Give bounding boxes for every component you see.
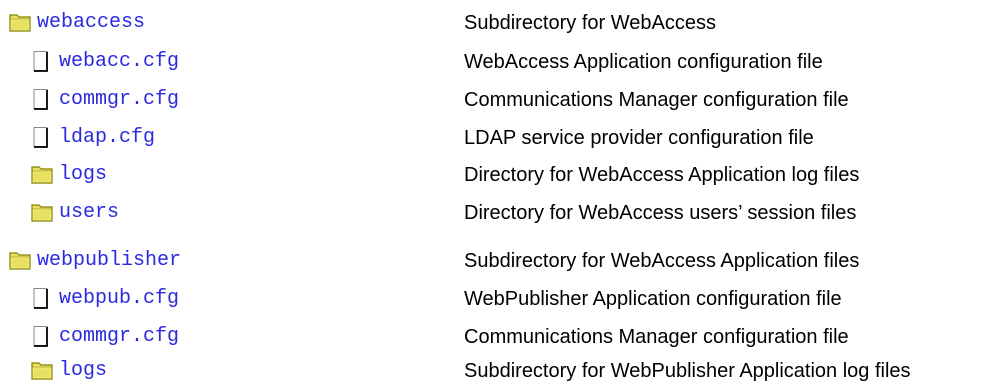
tree-item-description: Subdirectory for WebAccess Application f… [464, 250, 860, 272]
tree-item-description: Directory for WebAccess Application log … [464, 164, 860, 186]
tree-item-description: Communications Manager configuration fil… [464, 326, 849, 348]
file-icon [31, 325, 53, 347]
directory-tree: webaccess Subdirectory for WebAccess web… [0, 0, 1000, 386]
folder-icon [31, 201, 53, 223]
tree-item-link[interactable]: users [59, 200, 119, 226]
tree-row-webacc-cfg: webacc.cfg WebAccess Application configu… [0, 46, 1000, 78]
tree-item-description: Subdirectory for WebPublisher Applicatio… [464, 360, 911, 382]
tree-item-description: Directory for WebAccess users’ session f… [464, 202, 857, 224]
file-icon [31, 287, 53, 309]
tree-item-description: LDAP service provider configuration file [464, 127, 814, 149]
tree-item-link[interactable]: commgr.cfg [59, 324, 179, 350]
tree-row-users: users Directory for WebAccess users’ ses… [0, 197, 1000, 229]
folder-icon [9, 11, 31, 33]
tree-row-webaccess: webaccess Subdirectory for WebAccess [0, 7, 1000, 39]
tree-item-description: Subdirectory for WebAccess [464, 12, 716, 34]
tree-item-link[interactable]: webpub.cfg [59, 286, 179, 312]
tree-item-link[interactable]: webacc.cfg [59, 49, 179, 75]
tree-item-link[interactable]: logs [59, 358, 107, 384]
tree-item-description: WebAccess Application configuration file [464, 51, 823, 73]
file-icon [31, 50, 53, 72]
tree-row-webpub-cfg: webpub.cfg WebPublisher Application conf… [0, 283, 1000, 315]
tree-row-webpublisher: webpublisher Subdirectory for WebAccess … [0, 245, 1000, 277]
tree-item-link[interactable]: webaccess [37, 10, 145, 36]
tree-item-description: WebPublisher Application configuration f… [464, 288, 842, 310]
tree-item-link[interactable]: logs [59, 162, 107, 188]
folder-icon [31, 359, 53, 381]
tree-row-commgr-cfg: commgr.cfg Communications Manager config… [0, 84, 1000, 116]
tree-row-logs-2: logs Subdirectory for WebPublisher Appli… [0, 355, 1000, 387]
tree-row-logs: logs Directory for WebAccess Application… [0, 159, 1000, 191]
tree-item-description: Communications Manager configuration fil… [464, 89, 849, 111]
tree-row-ldap-cfg: ldap.cfg LDAP service provider configura… [0, 122, 1000, 154]
file-icon [31, 88, 53, 110]
file-icon [31, 126, 53, 148]
tree-item-link[interactable]: commgr.cfg [59, 87, 179, 113]
folder-icon [31, 163, 53, 185]
tree-item-link[interactable]: ldap.cfg [59, 125, 155, 151]
tree-item-link[interactable]: webpublisher [37, 248, 181, 274]
folder-icon [9, 249, 31, 271]
tree-row-commgr-cfg-2: commgr.cfg Communications Manager config… [0, 321, 1000, 353]
